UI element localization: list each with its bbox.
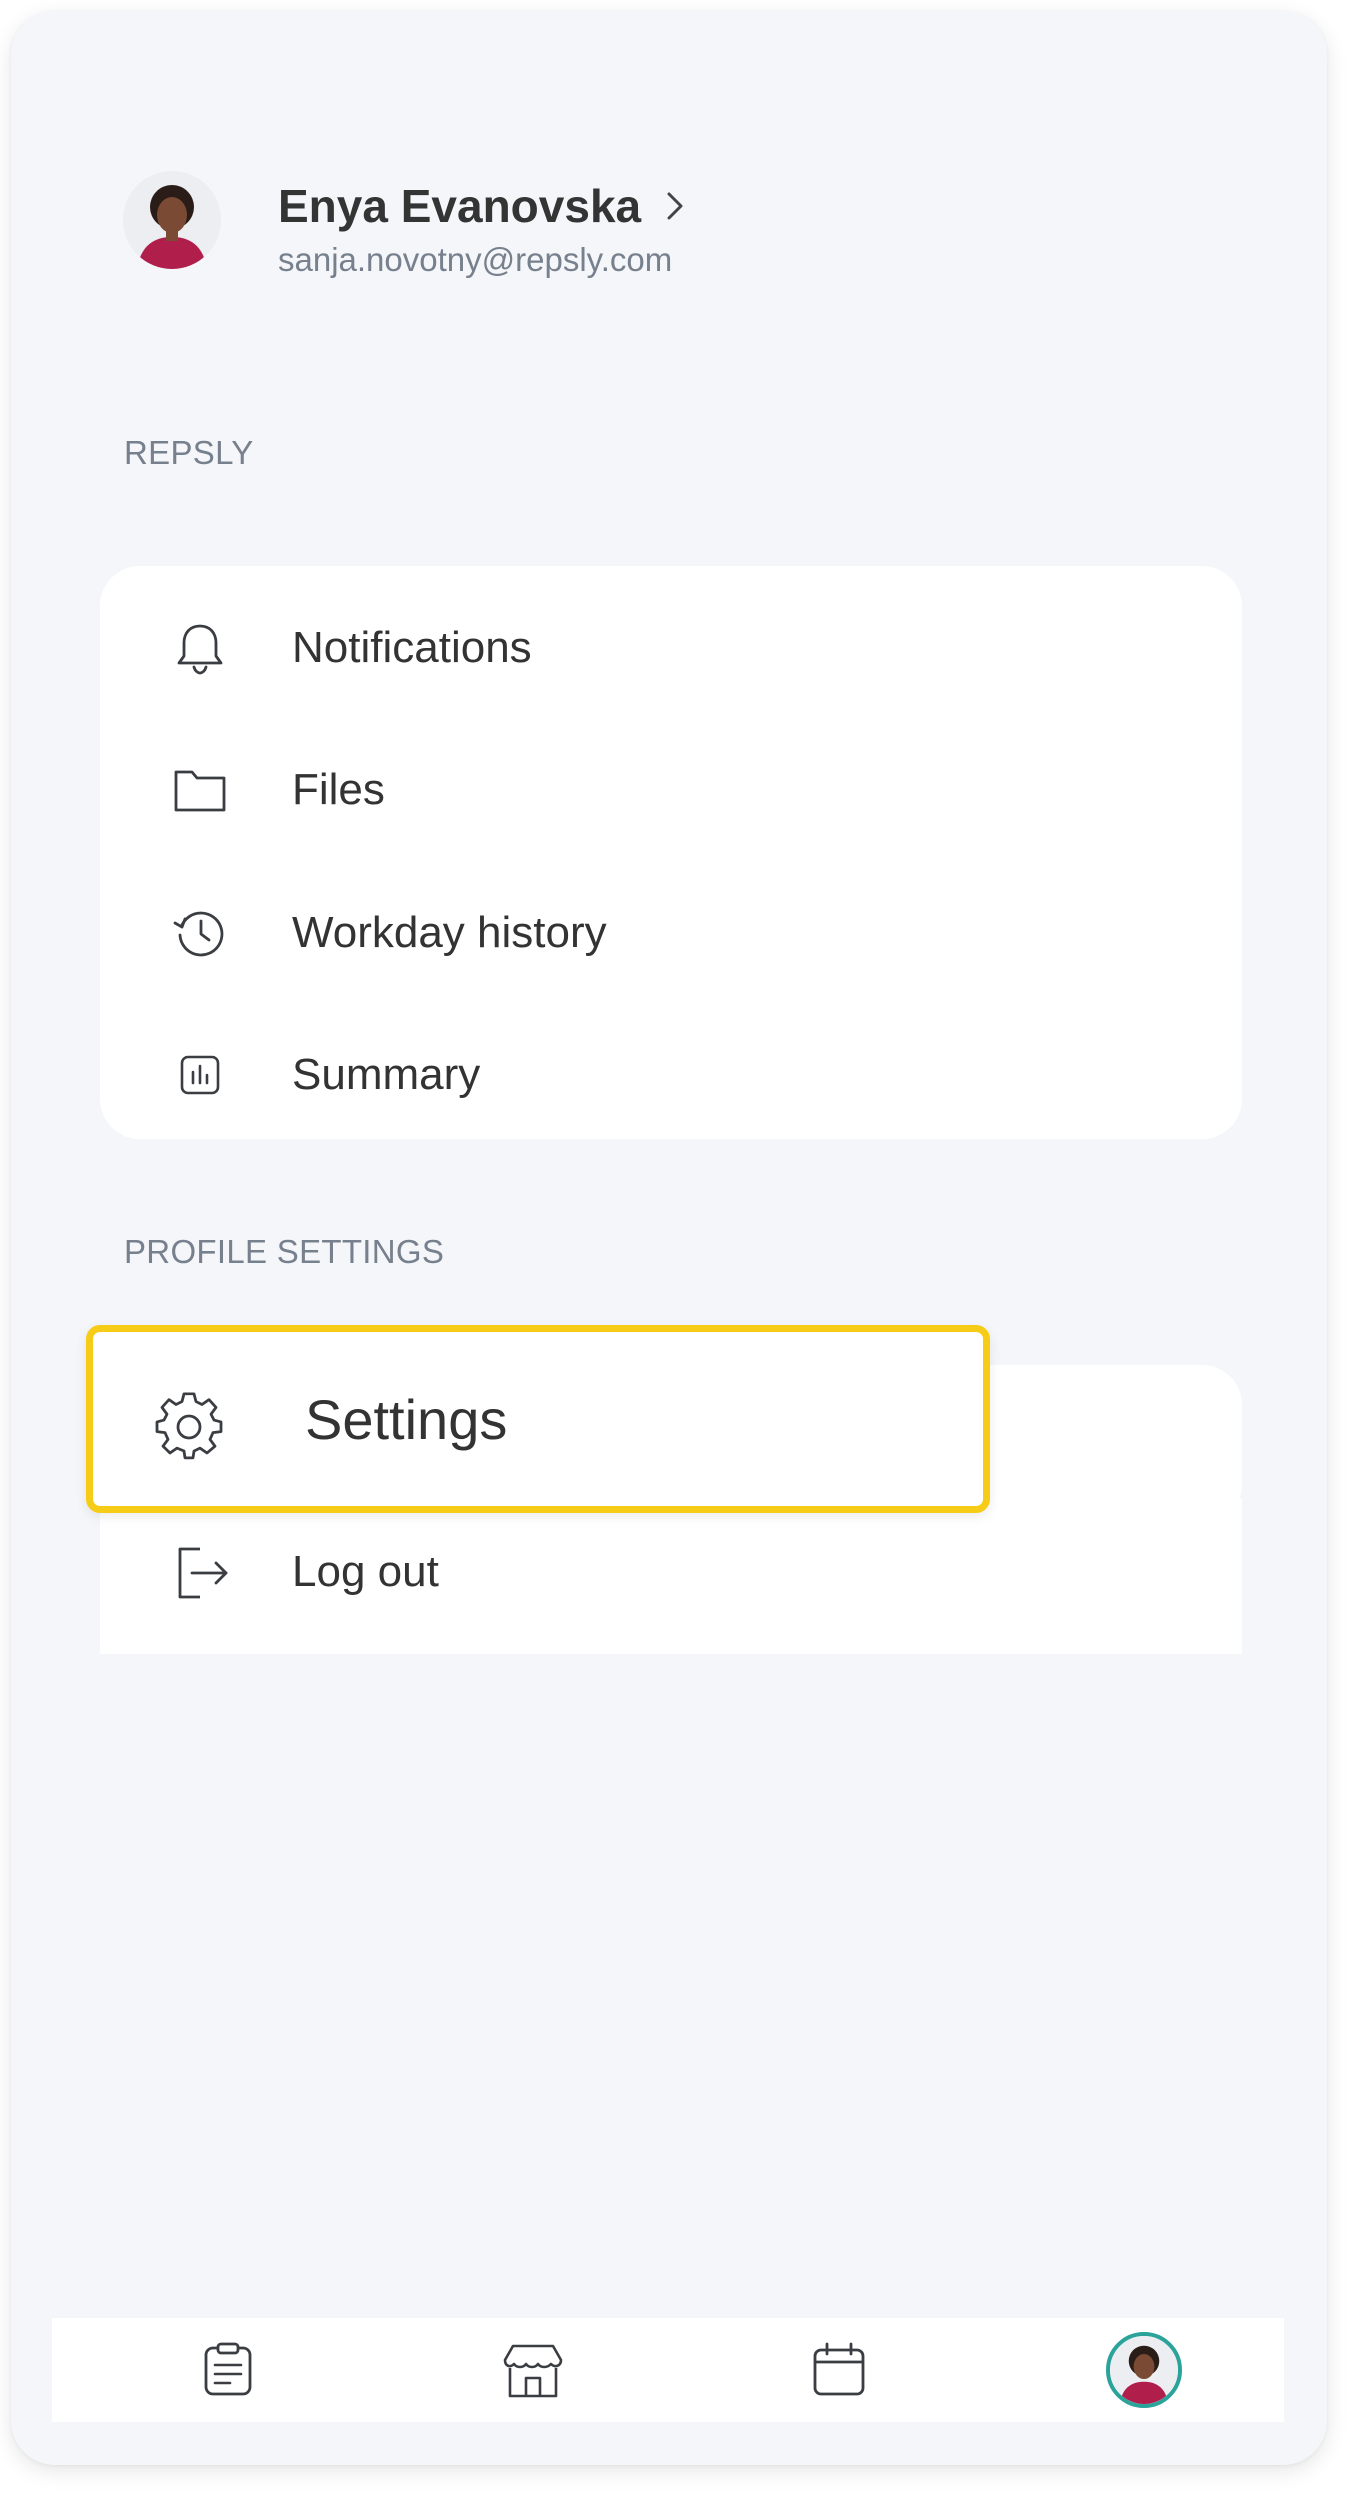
repsly-menu-card: Notifications Files Workday history Summ…	[100, 566, 1242, 1139]
section-label-profile-settings: PROFILE SETTINGS	[124, 1233, 445, 1270]
avatar-icon	[1106, 2332, 1182, 2408]
menu-item-label: Settings	[305, 1387, 508, 1451]
menu-item-label: Workday history	[292, 908, 607, 957]
menu-item-label: Files	[292, 765, 385, 814]
clipboard-icon	[198, 2340, 258, 2400]
tab-tasks[interactable]	[178, 2318, 278, 2422]
bell-icon	[170, 618, 230, 678]
profile-email: sanja.novotny@repsly.com	[278, 241, 673, 278]
history-clock-icon	[170, 903, 230, 963]
menu-item-label: Log out	[292, 1547, 439, 1596]
chevron-right-icon	[665, 188, 687, 224]
section-label-repsly: REPSLY	[124, 434, 254, 471]
tab-places[interactable]	[483, 2318, 583, 2422]
avatar[interactable]	[123, 171, 221, 269]
menu-item-workday-history[interactable]: Workday history	[100, 873, 1242, 993]
logout-icon	[170, 1541, 234, 1605]
bottom-tab-bar	[52, 2318, 1284, 2422]
menu-item-settings[interactable]: Settings	[86, 1325, 990, 1513]
menu-item-label: Notifications	[292, 623, 532, 672]
menu-item-label: Summary	[292, 1050, 481, 1099]
profile-name-text: Enya Evanovska	[278, 180, 642, 232]
menu-item-summary[interactable]: Summary	[100, 1015, 1242, 1135]
bar-chart-icon	[170, 1045, 230, 1105]
profile-name[interactable]: Enya Evanovska	[278, 179, 687, 233]
tab-profile[interactable]	[1094, 2318, 1194, 2422]
app-screen: Enya Evanovska sanja.novotny@repsly.com …	[11, 11, 1327, 2465]
gear-icon	[153, 1391, 225, 1463]
menu-item-logout[interactable]: Log out	[100, 1499, 1242, 1654]
menu-item-files[interactable]: Files	[100, 730, 1242, 850]
store-icon	[501, 2340, 565, 2400]
folder-icon	[170, 760, 230, 820]
menu-item-notifications[interactable]: Notifications	[100, 588, 1242, 708]
tab-calendar[interactable]	[789, 2318, 889, 2422]
calendar-icon	[809, 2340, 869, 2400]
